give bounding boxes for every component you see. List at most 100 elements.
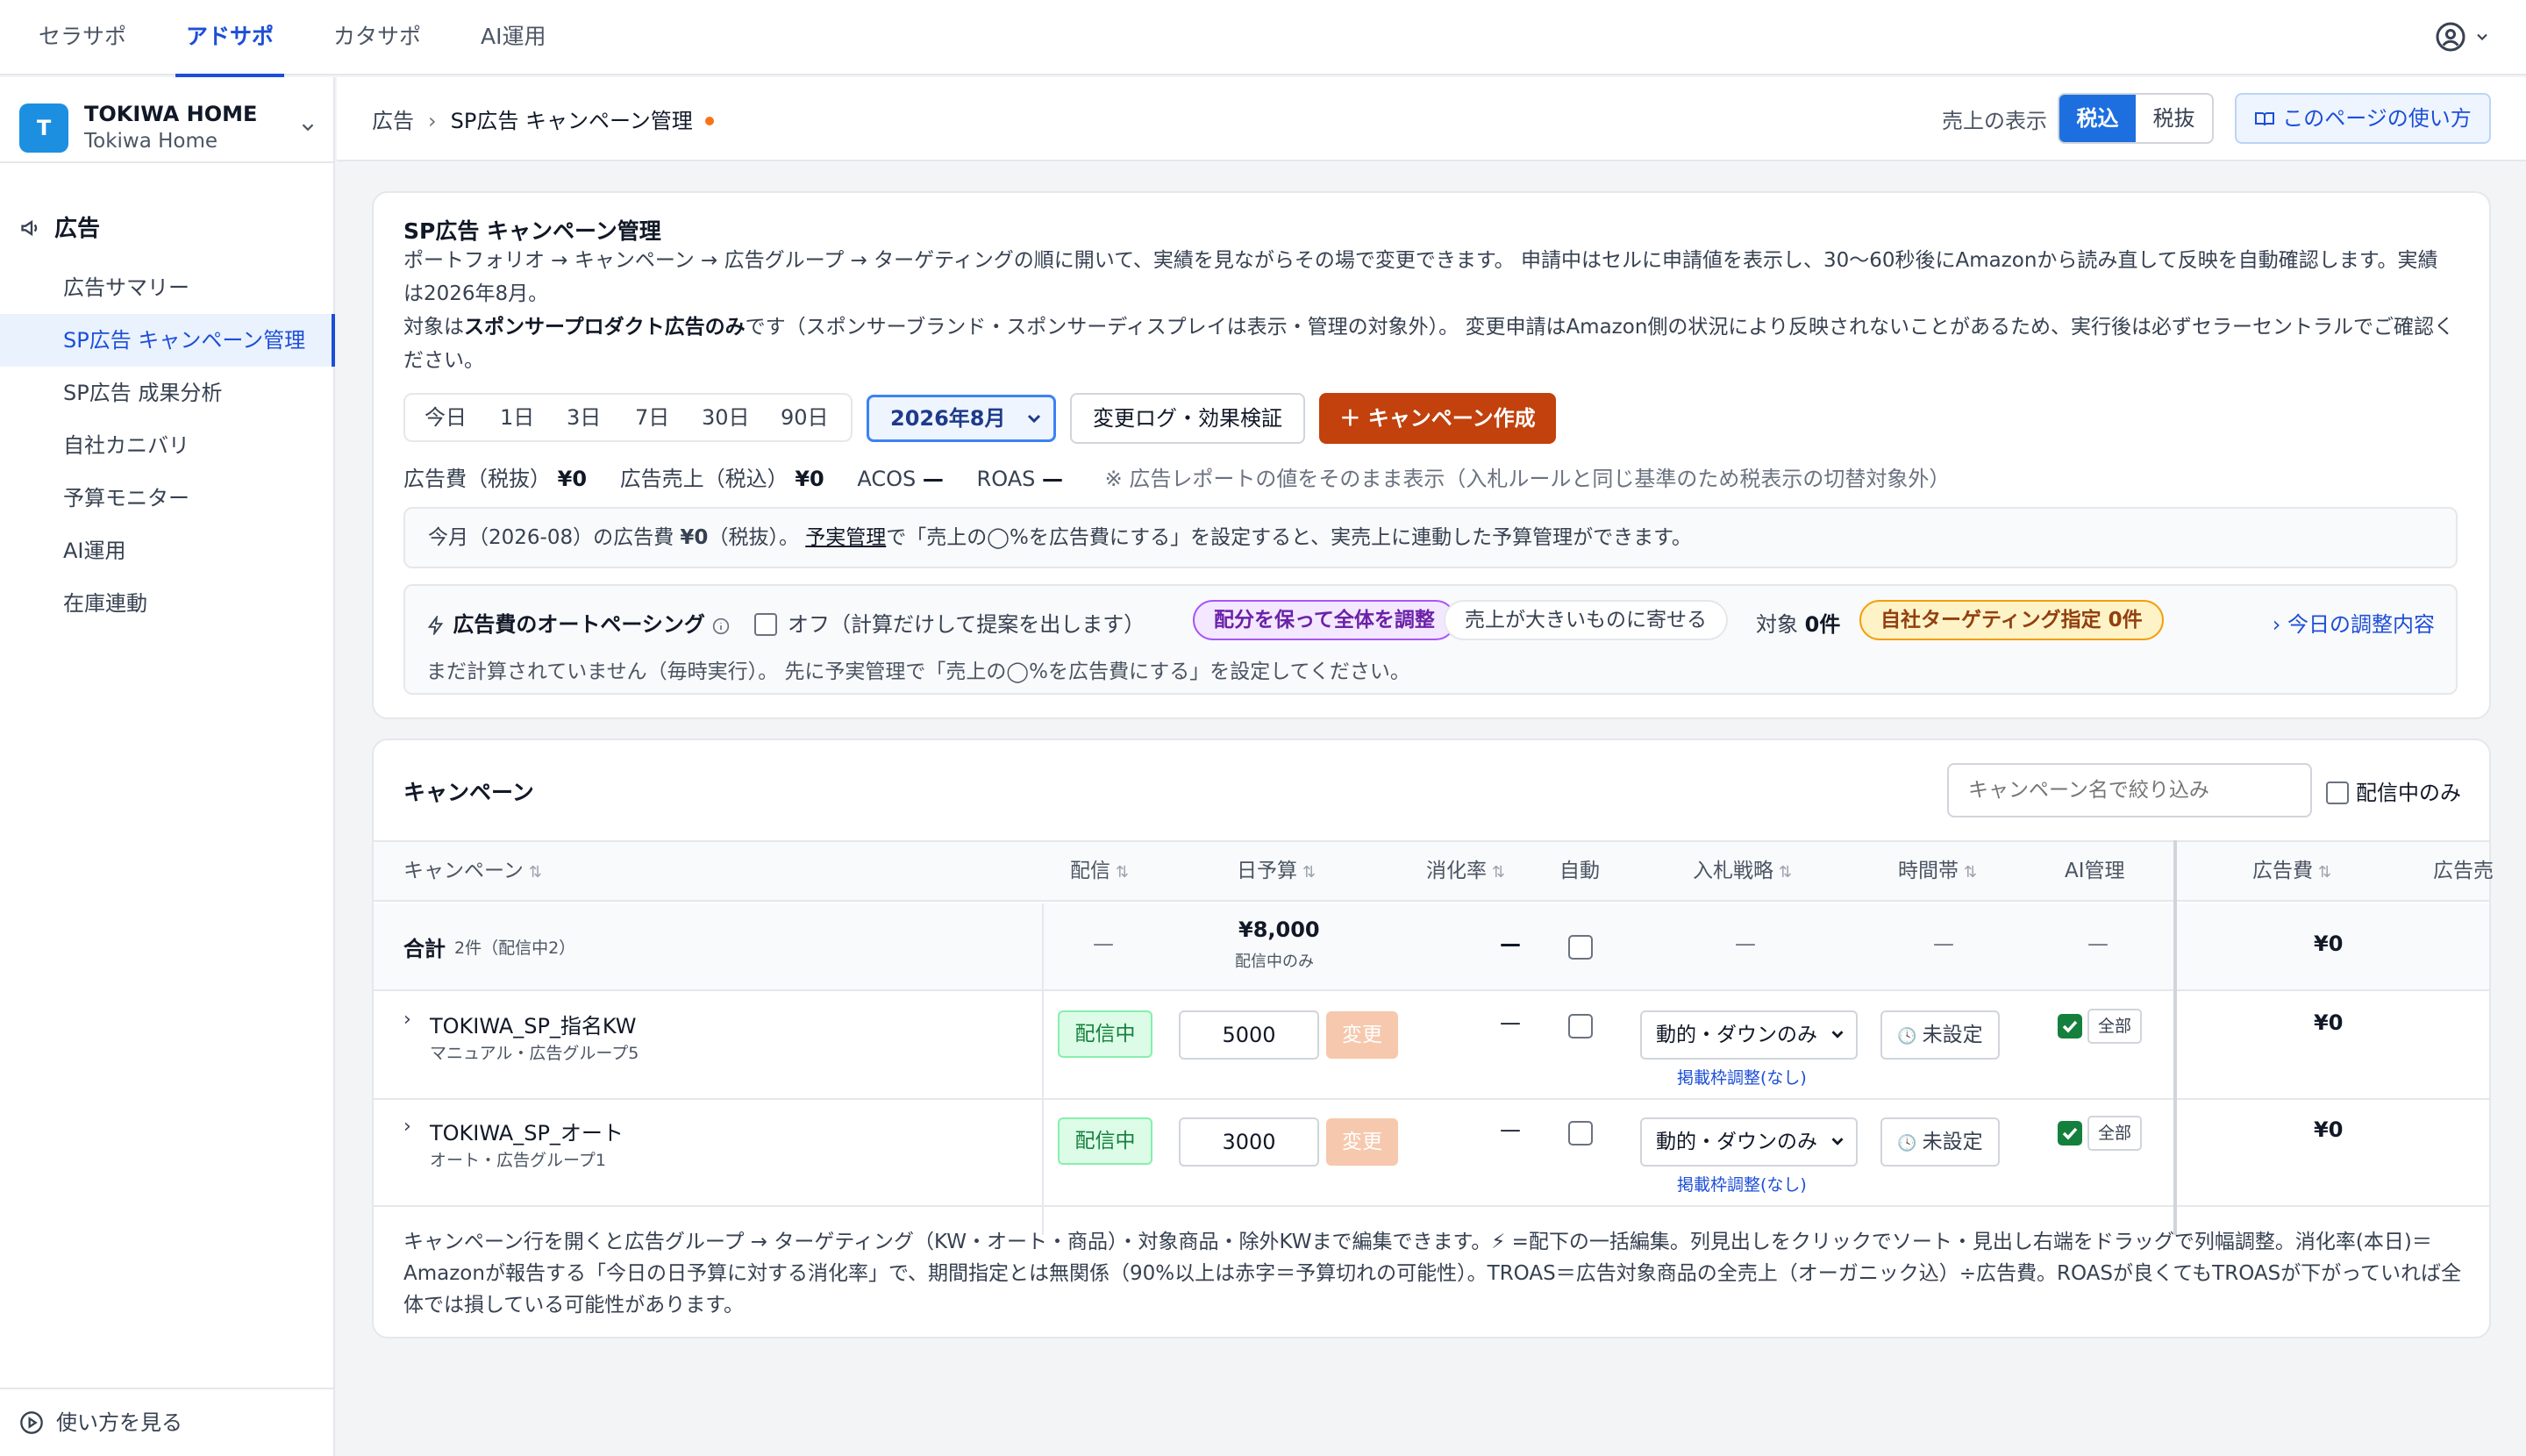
campaign-overview-card: SP広告 キャンペーン管理 ポートフォリオ → キャンペーン → 広告グループ … — [372, 191, 2491, 719]
only-active-filter[interactable]: 配信中のみ — [2326, 775, 2461, 806]
only-active-label: 配信中のみ — [2356, 781, 2461, 805]
time-schedule-value: 未設定 — [1922, 1024, 1983, 1046]
sidebar-item-sp-analysis[interactable]: SP広告 成果分析 — [0, 367, 335, 419]
sidebar-item-budget-monitor[interactable]: 予算モニター — [0, 472, 335, 525]
col-bid-strategy[interactable]: 入札戦略 ⇅ — [1693, 842, 1792, 900]
auto-pacing-title-text: 広告費のオートペーシング — [453, 612, 705, 637]
ai-managed-checkbox[interactable] — [2058, 1121, 2082, 1146]
spend-value: ¥0 — [557, 467, 588, 491]
tax-out-button[interactable]: 税抜 — [2136, 95, 2212, 142]
tab-ai-ops[interactable]: AI運用 — [481, 0, 546, 75]
sidebar-item-ad-summary[interactable]: 広告サマリー — [0, 261, 335, 314]
range-today[interactable]: 今日 — [425, 395, 467, 440]
tab-serasapo[interactable]: セラサポ — [39, 0, 126, 75]
total-auto-checkbox[interactable] — [1568, 935, 1593, 960]
range-7d[interactable]: 7日 — [635, 395, 669, 440]
only-active-checkbox[interactable] — [2326, 782, 2349, 804]
today-adjustments-link[interactable]: › 今日の調整内容 — [2273, 607, 2435, 638]
col-sales[interactable]: 広告売 — [2433, 842, 2494, 900]
col-delivery[interactable]: 配信 ⇅ — [1070, 842, 1129, 900]
status-badge[interactable]: 配信中 — [1058, 1117, 1152, 1165]
create-campaign-button[interactable]: ＋ キャンペーン作成 — [1319, 393, 1556, 444]
col-time[interactable]: 時間帯 ⇅ — [1898, 842, 1977, 900]
budget-notice-post: で「売上の◯%を広告費にする」を設定すると、実売上に連動した予算管理ができます。 — [886, 526, 1692, 549]
sidebar-section-label: 広告 — [54, 216, 101, 242]
auto-checkbox[interactable] — [1568, 1121, 1593, 1146]
roas-value: — — [1041, 467, 1063, 491]
auto-checkbox[interactable] — [1568, 1014, 1593, 1038]
tax-toggle: 税込 税抜 — [2058, 93, 2214, 144]
sort-icon: ⇅ — [1302, 863, 1317, 881]
time-schedule-button[interactable]: 🕓 未設定 — [1880, 1117, 2000, 1167]
tab-adsapo[interactable]: アドサポ — [175, 0, 285, 77]
auto-pacing-checkbox[interactable] — [754, 613, 777, 636]
campaign-search-input[interactable] — [1947, 763, 2312, 817]
metrics-note: ※ 広告レポートの値をそのまま表示（入札ルールと同じ基準のため税表示の切替対象外… — [1104, 467, 1951, 491]
howto-button[interactable]: このページの使い方 — [2235, 93, 2491, 144]
month-select[interactable]: 2026年8月 — [867, 395, 1056, 442]
ai-scope-tag[interactable]: 全部 — [2087, 1009, 2143, 1044]
sort-icon: ⇅ — [1492, 863, 1506, 881]
ai-managed-checkbox[interactable] — [2058, 1014, 2082, 1038]
expand-chevron-icon[interactable]: › — [403, 1116, 411, 1138]
total-label: 合計 — [403, 937, 446, 961]
sidebar-item-inventory[interactable]: 在庫連動 — [0, 577, 335, 630]
budget-input[interactable]: 3000 — [1179, 1117, 1319, 1167]
time-schedule-button[interactable]: 🕓 未設定 — [1880, 1010, 2000, 1060]
bid-strategy-select[interactable]: 動的・ダウンのみ — [1640, 1010, 1858, 1060]
campaign-name[interactable]: TOKIWA_SP_オート — [430, 1116, 624, 1146]
table-row[interactable]: › TOKIWA_SP_指名KW マニュアル・広告グループ5 配信中 5000 … — [374, 993, 2489, 1100]
col-campaign[interactable]: キャンペーン ⇅ — [403, 842, 542, 900]
budget-change-button[interactable]: 変更 — [1326, 1118, 1398, 1166]
ai-scope-tag[interactable]: 全部 — [2087, 1116, 2143, 1151]
sidebar-item-ai-ops[interactable]: AI運用 — [0, 525, 335, 577]
help-link[interactable]: 使い方を見る — [0, 1388, 333, 1456]
status-badge[interactable]: 配信中 — [1058, 1010, 1152, 1058]
sort-icon: ⇅ — [528, 863, 542, 881]
sidebar-item-cannibal[interactable]: 自社カニバリ — [0, 419, 335, 472]
budget-plan-link[interactable]: 予実管理 — [805, 526, 886, 549]
breadcrumb-current: SP広告 キャンペーン管理 — [450, 109, 693, 133]
spend-label: 広告費（税抜） — [403, 467, 551, 491]
breadcrumb: 広告 › SP広告 キャンペーン管理 — [372, 103, 714, 134]
help-link-label: 使い方を見る — [56, 1410, 182, 1435]
bid-strategy-select[interactable]: 動的・ダウンのみ — [1640, 1117, 1858, 1167]
range-30d[interactable]: 30日 — [702, 395, 750, 440]
mode-sales-weighted-button[interactable]: 売上が大きいものに寄せる — [1444, 600, 1728, 640]
budget-notice-pre: 今月（2026-08）の広告費 — [428, 526, 681, 549]
lightning-icon — [427, 614, 444, 637]
self-targeting-badge[interactable]: 自社ターゲティング指定 0件 — [1859, 600, 2164, 640]
bid-strategy-value: 動的・ダウンのみ — [1656, 1131, 1817, 1153]
range-90d[interactable]: 90日 — [781, 395, 829, 440]
user-menu[interactable] — [2435, 21, 2493, 54]
col-budget[interactable]: 日予算 ⇅ — [1237, 842, 1316, 900]
change-log-button[interactable]: 変更ログ・効果検証 — [1070, 393, 1305, 444]
expand-chevron-icon[interactable]: › — [403, 1009, 411, 1031]
campaign-name[interactable]: TOKIWA_SP_指名KW — [430, 1009, 637, 1039]
budget-input[interactable]: 5000 — [1179, 1010, 1319, 1060]
auto-pacing-panel: 広告費のオートペーシング オフ（計算だけして提案を出します） 配分を保って全体を… — [403, 584, 2458, 695]
range-3d[interactable]: 3日 — [567, 395, 601, 440]
description-line1: ポートフォリオ → キャンペーン → 広告グループ → ターゲティングの順に開い… — [403, 249, 2438, 305]
breadcrumb-root[interactable]: 広告 — [372, 109, 414, 133]
auto-pacing-title: 広告費のオートペーシング — [426, 607, 730, 638]
budget-change-button[interactable]: 変更 — [1326, 1011, 1398, 1059]
range-1d[interactable]: 1日 — [500, 395, 534, 440]
col-spend[interactable]: 広告費 ⇅ — [2252, 842, 2331, 900]
mode-proportional-button[interactable]: 配分を保って全体を調整 — [1193, 600, 1456, 640]
placement-adjust-link[interactable]: 掲載枠調整(なし) — [1677, 1065, 1807, 1088]
col-campaign-label: キャンペーン — [403, 860, 524, 882]
col-consumption[interactable]: 消化率 ⇅ — [1426, 842, 1505, 900]
placement-adjust-link[interactable]: 掲載枠調整(なし) — [1677, 1172, 1807, 1195]
table-row[interactable]: › TOKIWA_SP_オート オート・広告グループ1 配信中 3000 変更 … — [374, 1100, 2489, 1207]
tax-in-button[interactable]: 税込 — [2059, 95, 2136, 142]
tab-katasapo[interactable]: カタサポ — [333, 0, 421, 75]
account-switcher[interactable]: T TOKIWA HOME Tokiwa Home — [19, 98, 318, 156]
info-icon[interactable] — [712, 617, 730, 635]
auto-pacing-toggle[interactable]: オフ（計算だけして提案を出します） — [754, 607, 1145, 638]
total-time: — — [1933, 931, 1954, 956]
megaphone-icon — [21, 219, 38, 237]
metrics-summary: 広告費（税抜） ¥0 広告売上（税込） ¥0 ACOS — ROAS — ※ 広… — [403, 461, 1950, 492]
sidebar-item-sp-campaign[interactable]: SP広告 キャンペーン管理 — [0, 314, 335, 367]
col-spend-label: 広告費 — [2252, 860, 2313, 882]
